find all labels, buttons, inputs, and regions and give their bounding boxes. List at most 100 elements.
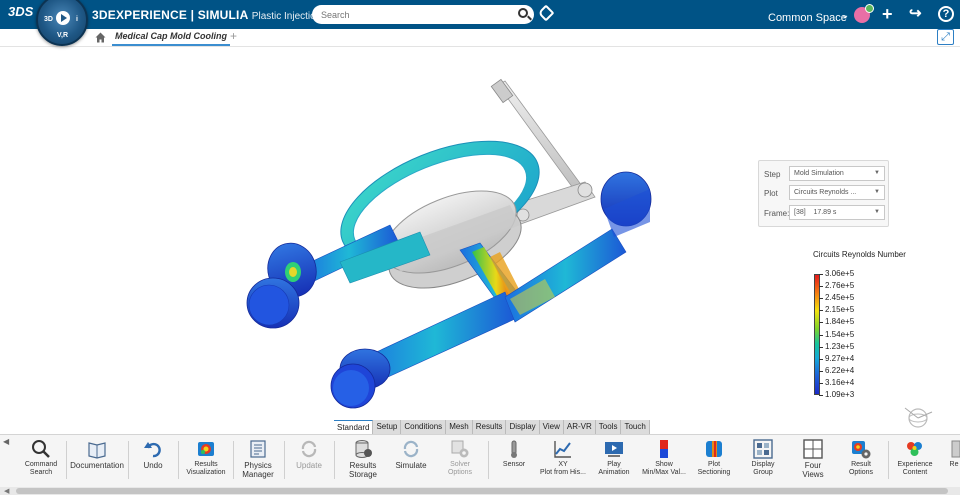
legend-value: 3.06e+5 <box>825 269 855 278</box>
play-animation-icon <box>604 439 624 459</box>
result-options-label: Result Options <box>848 461 874 476</box>
tab-mesh[interactable]: Mesh <box>446 420 473 434</box>
tab-standard[interactable]: Standard <box>334 420 374 434</box>
app-brand: 3DEXPERIENCE | SIMULIA Plastic Injection <box>92 8 321 22</box>
collaborative-space-selector[interactable]: Common Space <box>768 12 847 24</box>
dassault-logo-icon: 3DS <box>8 4 34 19</box>
add-tab-button[interactable]: + <box>230 29 237 43</box>
tab-bar: Medical Cap Mold Cooling + ⤢ <box>0 29 960 47</box>
tab-touch[interactable]: Touch <box>621 420 650 434</box>
help-icon[interactable]: ? <box>938 6 954 22</box>
legend-tick <box>819 358 823 360</box>
tab-display[interactable]: Display <box>506 420 540 434</box>
physics-manager-button[interactable]: Physics Manager <box>238 439 278 479</box>
frame-row: Frame: [38] 17.89 s ▼ <box>759 205 890 221</box>
display-group-icon <box>753 439 773 459</box>
toolbar-scrollbar[interactable]: ◀ <box>0 487 960 495</box>
frame-select[interactable]: [38] 17.89 s ▼ <box>789 205 885 220</box>
search-input[interactable] <box>312 5 534 24</box>
tab-ar-vr[interactable]: AR-VR <box>563 420 596 434</box>
legend-tick <box>819 382 823 384</box>
step-row: Step Mold Simulation ▼ <box>759 166 890 182</box>
tab-medical-cap-mold-cooling[interactable]: Medical Cap Mold Cooling <box>112 29 230 46</box>
step-label: Step <box>764 170 781 179</box>
legend-value: 1.23e+5 <box>825 341 855 351</box>
tab-view[interactable]: View <box>539 420 564 434</box>
results-storage-button[interactable]: Results Storage <box>342 439 384 479</box>
undo-button[interactable]: Undo <box>136 439 170 470</box>
legend-tick <box>819 334 823 336</box>
play-icon[interactable] <box>56 11 70 25</box>
update-button[interactable]: Update <box>290 439 328 470</box>
sensor-button[interactable]: Sensor <box>498 439 530 469</box>
result-step-panel: Step Mold Simulation ▼ Plot Circuits Rey… <box>758 160 889 227</box>
scrollbar-thumb[interactable] <box>16 488 948 494</box>
command-search-button[interactable]: Command Search <box>20 439 62 477</box>
legend-tick <box>819 346 823 348</box>
xy-plot-button[interactable]: XY Plot from His... <box>538 439 588 477</box>
frame-label: Frame: <box>764 209 790 218</box>
sensor-label: Sensor <box>502 461 526 468</box>
expand-icon[interactable]: ⤢ <box>937 29 954 45</box>
caret-down-icon: ▼ <box>874 170 880 176</box>
toolbar-divider <box>488 441 489 479</box>
toolbar-divider <box>233 441 234 479</box>
chevron-down-icon[interactable]: ⌄ <box>841 10 849 21</box>
orientation-triad-icon[interactable] <box>902 400 934 436</box>
truncated-tool-button[interactable]: Re <box>948 439 960 469</box>
play-animation-button[interactable]: Play Animation <box>596 439 632 477</box>
toolbar-divider <box>178 441 179 479</box>
command-search-label: Command Search <box>24 461 58 476</box>
compass-3d-label: 3D <box>44 16 53 23</box>
top-bar: 3DS 3DEXPERIENCE | SIMULIA Plastic Injec… <box>0 0 960 29</box>
plot-value: Circuits Reynolds ... <box>794 189 857 196</box>
four-views-button[interactable]: Four Views <box>794 439 832 479</box>
tag-icon[interactable] <box>537 4 555 22</box>
legend-value: 2.76e+5 <box>825 281 855 291</box>
tab-results[interactable]: Results <box>472 420 507 434</box>
toolbar-scroll-left-icon[interactable]: ◀ <box>3 437 9 446</box>
legend-tick <box>819 298 823 300</box>
solver-options-icon <box>450 439 470 459</box>
simulate-label: Simulate <box>395 461 427 470</box>
documentation-button[interactable]: Documentation <box>70 439 124 470</box>
four-views-label: Four Views <box>802 461 824 479</box>
action-bar: ◀ Command Search Documentation Undo Resu… <box>0 434 960 487</box>
legend-value: 1.54e+5 <box>825 329 855 339</box>
legend-tick <box>819 286 823 288</box>
result-options-button[interactable]: Result Options <box>842 439 880 477</box>
toolbar-divider <box>128 441 129 479</box>
add-icon[interactable]: + <box>882 3 893 25</box>
results-storage-label: Results Storage <box>348 461 378 479</box>
tab-conditions[interactable]: Conditions <box>401 420 447 434</box>
home-icon[interactable] <box>95 32 106 43</box>
experience-content-button[interactable]: Experience Content <box>894 439 936 477</box>
legend-tick <box>819 310 823 312</box>
legend-tick <box>819 274 823 275</box>
physics-manager-icon <box>248 439 268 459</box>
results-visualization-button[interactable]: Results Visualization <box>184 439 228 477</box>
compass-info-label: i <box>76 16 78 23</box>
solver-options-button[interactable]: Solver Options <box>442 439 478 477</box>
plot-select[interactable]: Circuits Reynolds ... ▼ <box>789 185 885 200</box>
display-group-button[interactable]: Display Group <box>744 439 782 477</box>
plot-sectioning-button[interactable]: Plot Sectioning <box>694 439 734 477</box>
legend-value: 3.16e+4 <box>825 377 855 387</box>
simulate-button[interactable]: Simulate <box>392 439 430 470</box>
results-storage-icon <box>353 439 373 459</box>
step-value: Mold Simulation <box>794 170 844 177</box>
tab-tools[interactable]: Tools <box>595 420 622 434</box>
caret-down-icon: ▼ <box>874 209 880 215</box>
step-select[interactable]: Mold Simulation ▼ <box>789 166 885 181</box>
search-icon[interactable] <box>518 8 528 18</box>
show-minmax-button[interactable]: Show Min/Max Val... <box>642 439 686 477</box>
four-views-icon <box>803 439 823 459</box>
share-icon[interactable]: ↪ <box>909 3 922 25</box>
legend-title: Circuits Reynolds Number <box>813 250 906 259</box>
physics-manager-label: Physics Manager <box>242 461 274 479</box>
scroll-left-icon[interactable]: ◀ <box>4 487 9 495</box>
tab-setup[interactable]: Setup <box>373 420 402 434</box>
update-icon <box>299 439 319 459</box>
show-minmax-label: Show Min/Max Val... <box>642 461 686 476</box>
truncated-tool-icon <box>948 439 960 459</box>
